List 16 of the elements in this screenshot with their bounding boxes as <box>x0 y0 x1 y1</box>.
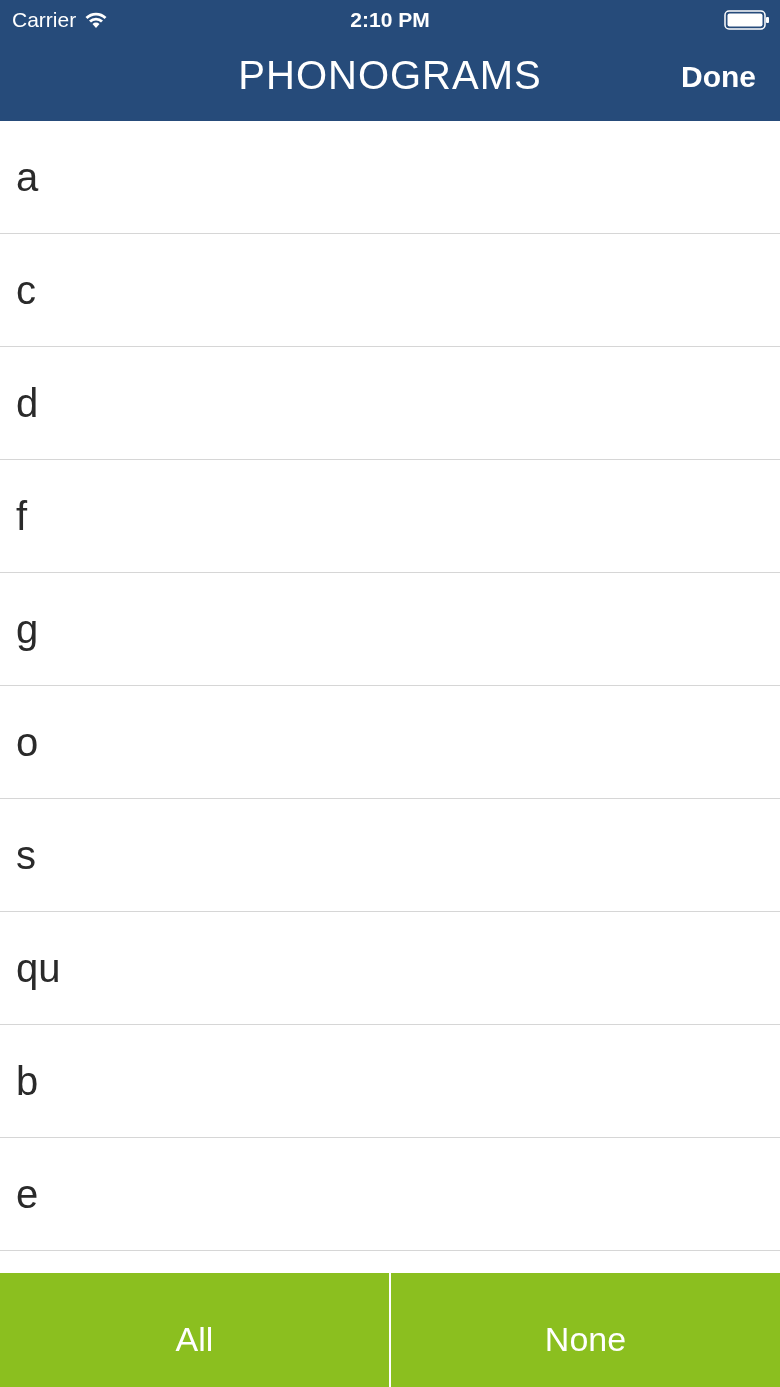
phonogram-row[interactable]: a <box>0 121 780 234</box>
phonogram-row[interactable]: d <box>0 347 780 460</box>
battery-icon <box>724 10 770 30</box>
screen-title: PHONOGRAMS <box>238 53 542 98</box>
phonogram-row[interactable]: c <box>0 234 780 347</box>
phonogram-row[interactable]: e <box>0 1138 780 1251</box>
status-time: 2:10 PM <box>350 8 430 32</box>
carrier-label: Carrier <box>12 8 77 32</box>
phonogram-row[interactable]: o <box>0 686 780 799</box>
done-button[interactable]: Done <box>681 60 756 94</box>
wifi-icon <box>84 11 109 29</box>
phonogram-row[interactable]: f <box>0 460 780 573</box>
phonogram-row[interactable]: b <box>0 1025 780 1138</box>
phonogram-row[interactable]: qu <box>0 912 780 1025</box>
phonogram-row[interactable]: s <box>0 799 780 912</box>
phonogram-row[interactable]: g <box>0 573 780 686</box>
